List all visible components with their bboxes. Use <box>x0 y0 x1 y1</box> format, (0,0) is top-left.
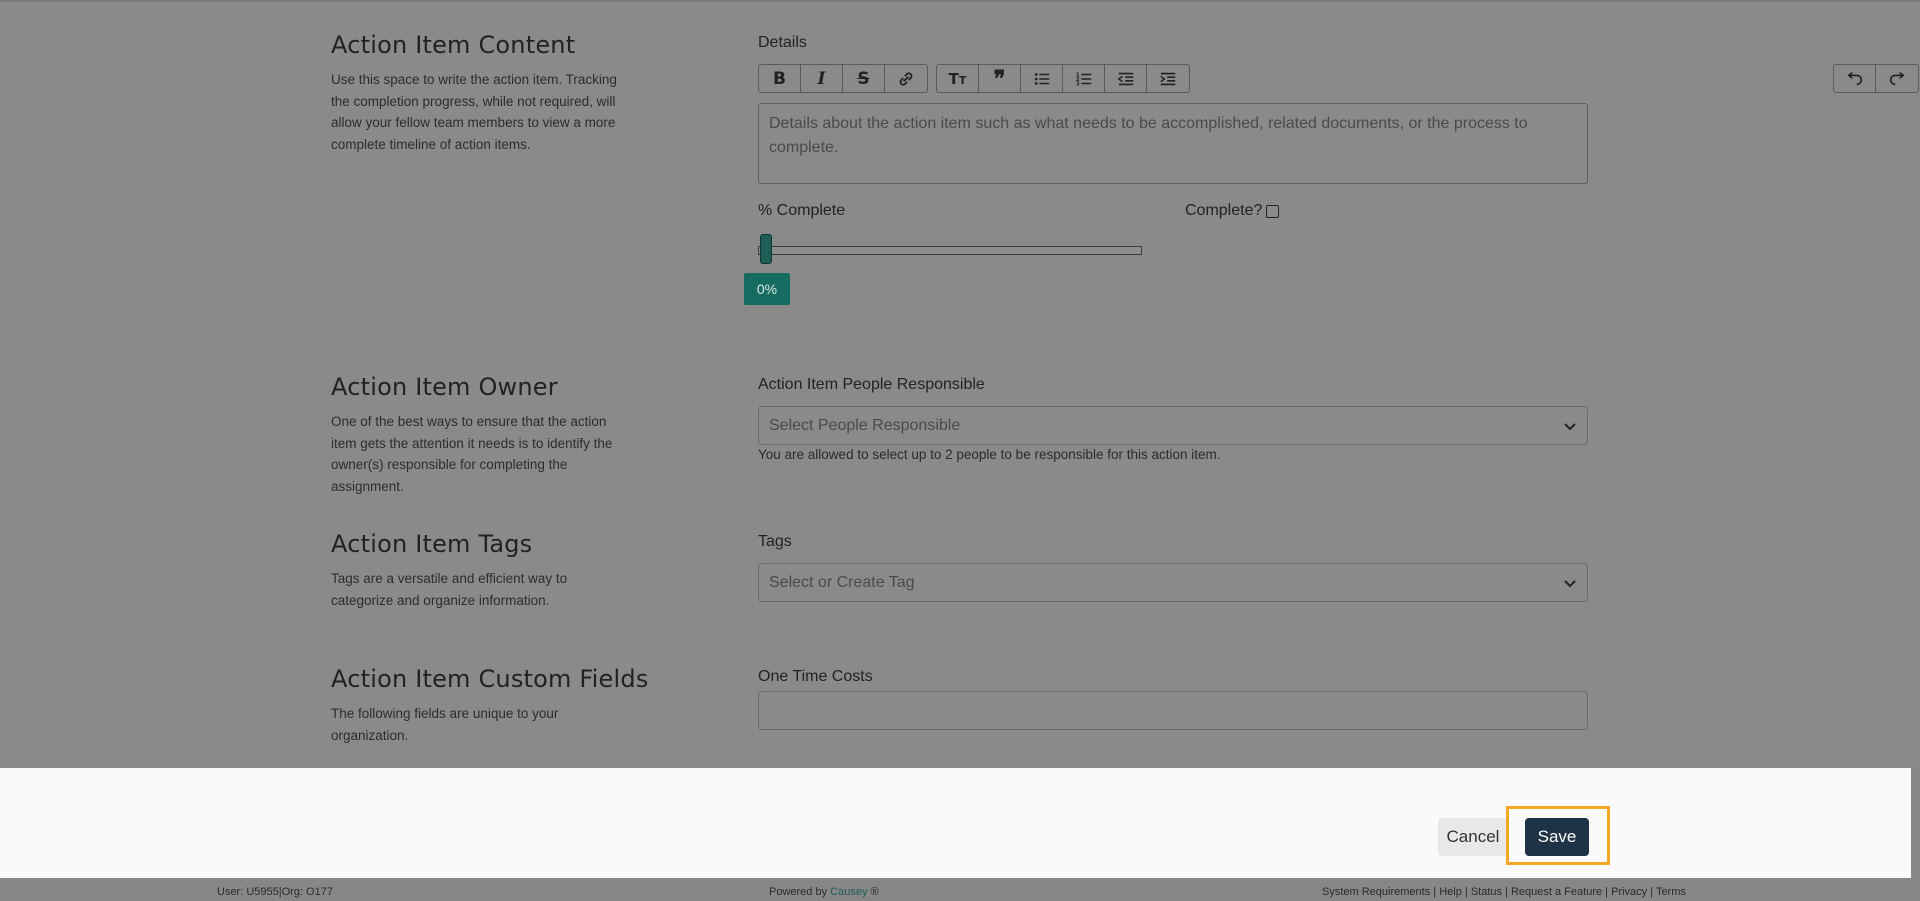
save-button[interactable]: Save <box>1525 818 1589 856</box>
tags-section-title: Action Item Tags <box>331 530 533 558</box>
bullet-list-icon[interactable] <box>1021 65 1063 92</box>
history-group <box>1833 64 1919 93</box>
complete-checkbox[interactable] <box>1266 204 1280 218</box>
undo-icon[interactable] <box>1834 65 1876 92</box>
percent-complete-value: 0% <box>744 273 790 305</box>
percent-complete-slider-handle[interactable] <box>760 234 772 264</box>
footer-link-status[interactable]: Status <box>1471 886 1502 898</box>
details-label: Details <box>758 34 807 51</box>
indent-icon[interactable] <box>1147 65 1189 92</box>
format-group: B I S <box>758 64 928 93</box>
chevron-down-icon <box>1564 580 1576 588</box>
tags-select[interactable]: Select or Create Tag <box>758 563 1588 602</box>
footer-link-system-requirements[interactable]: System Requirements <box>1322 886 1430 898</box>
italic-icon[interactable]: I <box>801 65 843 92</box>
redo-icon[interactable] <box>1876 65 1918 92</box>
causey-link[interactable]: Causey <box>830 886 867 898</box>
footer-link-terms[interactable]: Terms <box>1656 886 1686 898</box>
footer-link-privacy[interactable]: Privacy <box>1611 886 1647 898</box>
chevron-down-icon <box>1564 423 1576 431</box>
one-time-costs-label: One Time Costs <box>758 668 873 685</box>
form-action-bar <box>0 768 1911 878</box>
outdent-icon[interactable] <box>1105 65 1147 92</box>
people-responsible-help: You are allowed to select up to 2 people… <box>758 447 1221 462</box>
content-section-description: Use this space to write the action item.… <box>331 72 617 152</box>
custom-fields-section-description: The following fields are unique to your … <box>331 706 559 743</box>
footer-powered-by: Powered by Causey ® <box>769 886 879 898</box>
people-responsible-label: Action Item People Responsible <box>758 376 985 393</box>
footer-user-info: User: U5955|Org: O177 <box>217 886 333 898</box>
cancel-button[interactable]: Cancel <box>1438 818 1508 856</box>
powered-by-prefix: Powered by <box>769 886 831 898</box>
svg-text:3: 3 <box>1075 81 1079 87</box>
tags-section-description: Tags are a versatile and efficient way t… <box>331 571 568 608</box>
tags-placeholder: Select or Create Tag <box>769 573 915 591</box>
custom-fields-section-title: Action Item Custom Fields <box>331 665 649 693</box>
footer-link-request-feature[interactable]: Request a Feature <box>1511 886 1602 898</box>
percent-complete-slider-track[interactable] <box>758 246 1142 255</box>
powered-by-suffix: ® <box>867 886 879 898</box>
numbered-list-icon[interactable]: 123 <box>1063 65 1105 92</box>
people-responsible-placeholder: Select People Responsible <box>769 416 961 434</box>
footer-link-help[interactable]: Help <box>1439 886 1462 898</box>
people-responsible-select[interactable]: Select People Responsible <box>758 406 1588 445</box>
footer-links: System Requirements | Help | Status | Re… <box>1322 886 1686 898</box>
percent-complete-label: % Complete <box>758 202 846 219</box>
editor-toolbar: B I S TT ❞ 123 <box>758 64 1198 93</box>
link-icon[interactable] <box>885 65 927 92</box>
bold-icon[interactable]: B <box>759 65 801 92</box>
quote-icon[interactable]: ❞ <box>979 65 1021 92</box>
complete-label: Complete? <box>1185 202 1263 219</box>
top-divider <box>0 0 1920 2</box>
details-editor[interactable]: Details about the action item such as wh… <box>758 103 1588 184</box>
block-group: TT ❞ 123 <box>936 64 1190 93</box>
history-toolbar <box>1833 64 1920 93</box>
owner-section-description: One of the best ways to ensure that the … <box>331 414 613 494</box>
strikethrough-icon[interactable]: S <box>843 65 885 92</box>
one-time-costs-input[interactable] <box>758 691 1588 730</box>
complete-field: Complete? <box>1185 202 1280 220</box>
tags-label: Tags <box>758 533 792 550</box>
heading-icon[interactable]: TT <box>937 65 979 92</box>
owner-section-title: Action Item Owner <box>331 373 558 401</box>
content-section-title: Action Item Content <box>331 31 576 59</box>
